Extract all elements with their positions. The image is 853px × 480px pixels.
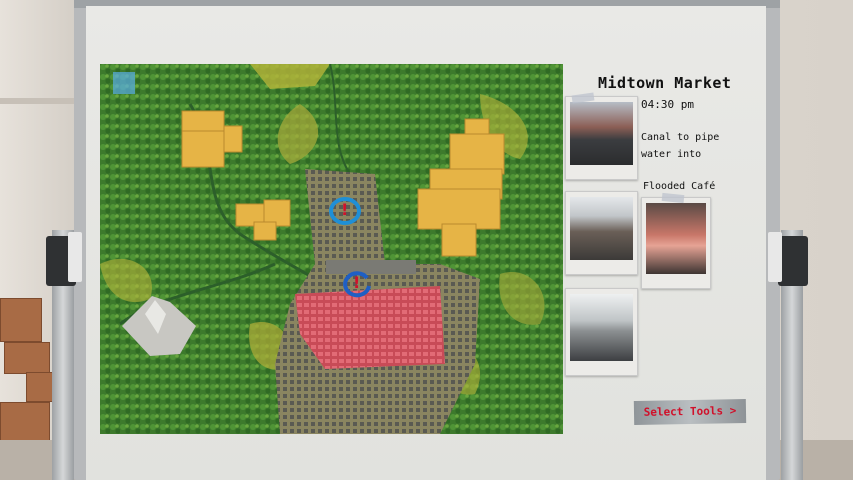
left-clamp-cap bbox=[68, 232, 82, 282]
photo-flooded-road[interactable] bbox=[565, 191, 638, 275]
quest-marker-north[interactable]: ! bbox=[329, 196, 361, 226]
canal-note: Canal to pipe water into bbox=[641, 129, 719, 163]
canal-note-line-2: water into bbox=[641, 149, 702, 160]
select-tools-button[interactable]: Select Tools > bbox=[633, 399, 747, 425]
photo-street[interactable] bbox=[565, 96, 638, 180]
select-tools-label: Select Tools > bbox=[643, 404, 737, 419]
exclamation-icon: ! bbox=[353, 273, 361, 292]
location-title: Midtown Market bbox=[598, 74, 732, 92]
exclamation-icon: ! bbox=[341, 200, 349, 219]
cardboard-boxes bbox=[0, 298, 60, 448]
time-label: 04:30 pm bbox=[641, 98, 694, 111]
right-clamp-cap bbox=[768, 232, 782, 282]
photo-riverbank[interactable] bbox=[565, 288, 638, 376]
flooded-cafe-note: Flooded Café bbox=[643, 181, 716, 192]
canal-note-line-1: Canal to pipe bbox=[641, 132, 720, 143]
quest-marker-market[interactable]: ! bbox=[341, 270, 373, 298]
right-clamp bbox=[778, 236, 808, 286]
photo-flooded-cafe[interactable] bbox=[641, 197, 711, 289]
city-map[interactable]: ! ! bbox=[100, 64, 563, 434]
door-trim bbox=[0, 98, 80, 104]
